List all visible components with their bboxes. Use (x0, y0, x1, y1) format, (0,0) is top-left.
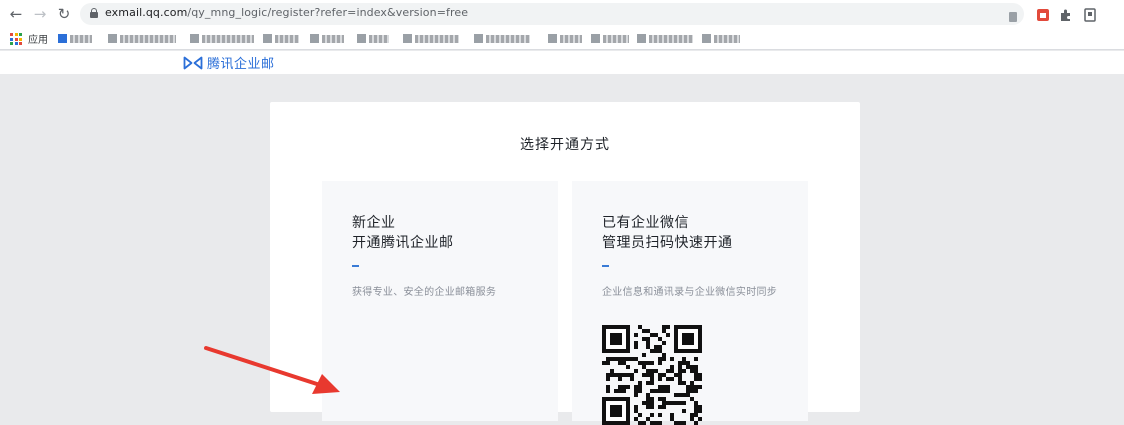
option-title-line1: 已有企业微信 (602, 215, 689, 231)
extensions-puzzle-icon[interactable] (1059, 7, 1073, 21)
option-title: 新企业 开通腾讯企业邮 (352, 213, 454, 253)
tencent-exmail-logo-icon (183, 56, 203, 69)
url-host: exmail.qq.com (105, 6, 188, 19)
signup-card: 选择开通方式 新企业 开通腾讯企业邮 获得专业、安全的企业邮箱服务 已有企业微信… (270, 102, 860, 425)
extension-red-icon[interactable] (1036, 7, 1050, 21)
option-title-line2: 管理员扫码快速开通 (602, 235, 733, 251)
reload-icon[interactable]: ↻ (54, 4, 74, 24)
site-header: 腾讯企业邮 (0, 51, 1124, 74)
site-logo[interactable]: 腾讯企业邮 (183, 54, 275, 72)
url-path: /qy_mng_logic/register?refer=index&versi… (187, 6, 469, 19)
red-arrow-annotation (204, 346, 340, 394)
logo-text: 腾讯企业邮 (207, 57, 275, 72)
new-enterprise-option[interactable]: 新企业 开通腾讯企业邮 获得专业、安全的企业邮箱服务 (322, 181, 558, 421)
forward-icon[interactable]: → (30, 4, 50, 24)
bookmarks-bar: 应用 (0, 28, 1124, 50)
option-title-line2: 开通腾讯企业邮 (352, 235, 454, 251)
browser-toolbar: ← → ↻ exmail.qq.com/qy_mng_logic/registe… (0, 0, 1124, 28)
apps-grid-icon[interactable] (10, 33, 22, 45)
option-title-line1: 新企业 (352, 215, 396, 231)
option-description: 企业信息和通讯录与企业微信实时同步 (602, 287, 778, 298)
accent-dash (352, 265, 359, 267)
option-description: 获得专业、安全的企业邮箱服务 (352, 287, 497, 298)
accent-dash (602, 265, 609, 267)
option-title: 已有企业微信 管理员扫码快速开通 (602, 213, 733, 253)
url-text[interactable]: exmail.qq.com/qy_mng_logic/register?refe… (105, 6, 468, 19)
page-title: 选择开通方式 (520, 137, 610, 153)
address-bar[interactable]: exmail.qq.com/qy_mng_logic/register?refe… (80, 3, 1024, 25)
tab-search-icon[interactable] (1008, 8, 1022, 22)
lock-icon (90, 8, 98, 18)
profile-icon[interactable] (1083, 7, 1097, 22)
qr-code[interactable] (602, 325, 702, 425)
back-icon[interactable]: ← (6, 4, 26, 24)
apps-label[interactable]: 应用 (28, 31, 48, 46)
wework-option[interactable]: 已有企业微信 管理员扫码快速开通 企业信息和通讯录与企业微信实时同步 (572, 181, 808, 425)
